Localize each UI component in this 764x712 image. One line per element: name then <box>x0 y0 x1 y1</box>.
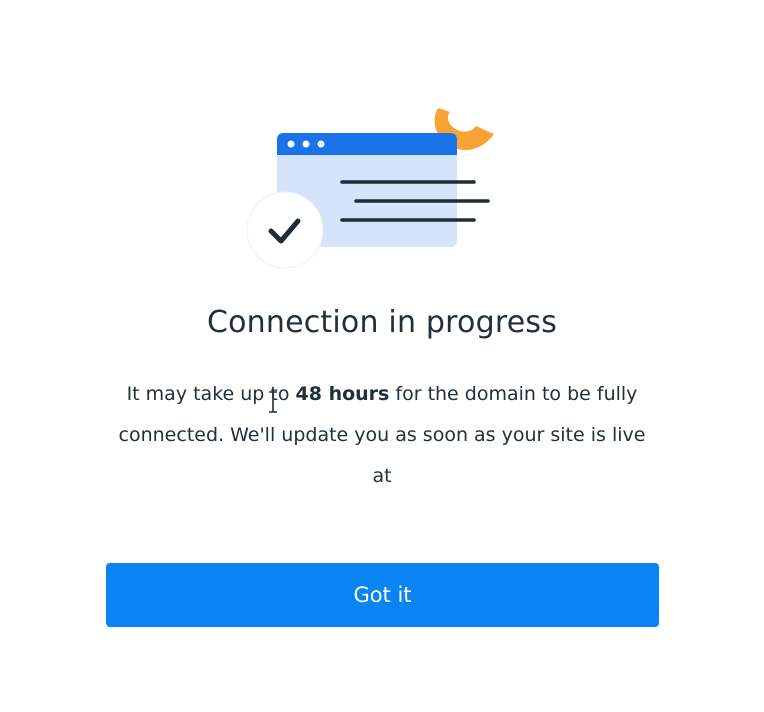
connection-dialog: Connection in progress It may take up to… <box>0 0 764 712</box>
browser-window-illustration <box>246 108 494 269</box>
check-badge <box>246 191 324 269</box>
message-bold-duration: 48 hours <box>295 383 390 405</box>
got-it-button[interactable]: Got it <box>106 563 659 627</box>
dialog-message: It may take up to 48 hours for the domai… <box>112 374 652 497</box>
text-cursor-icon <box>269 391 277 413</box>
dialog-title: Connection in progress <box>206 305 558 340</box>
